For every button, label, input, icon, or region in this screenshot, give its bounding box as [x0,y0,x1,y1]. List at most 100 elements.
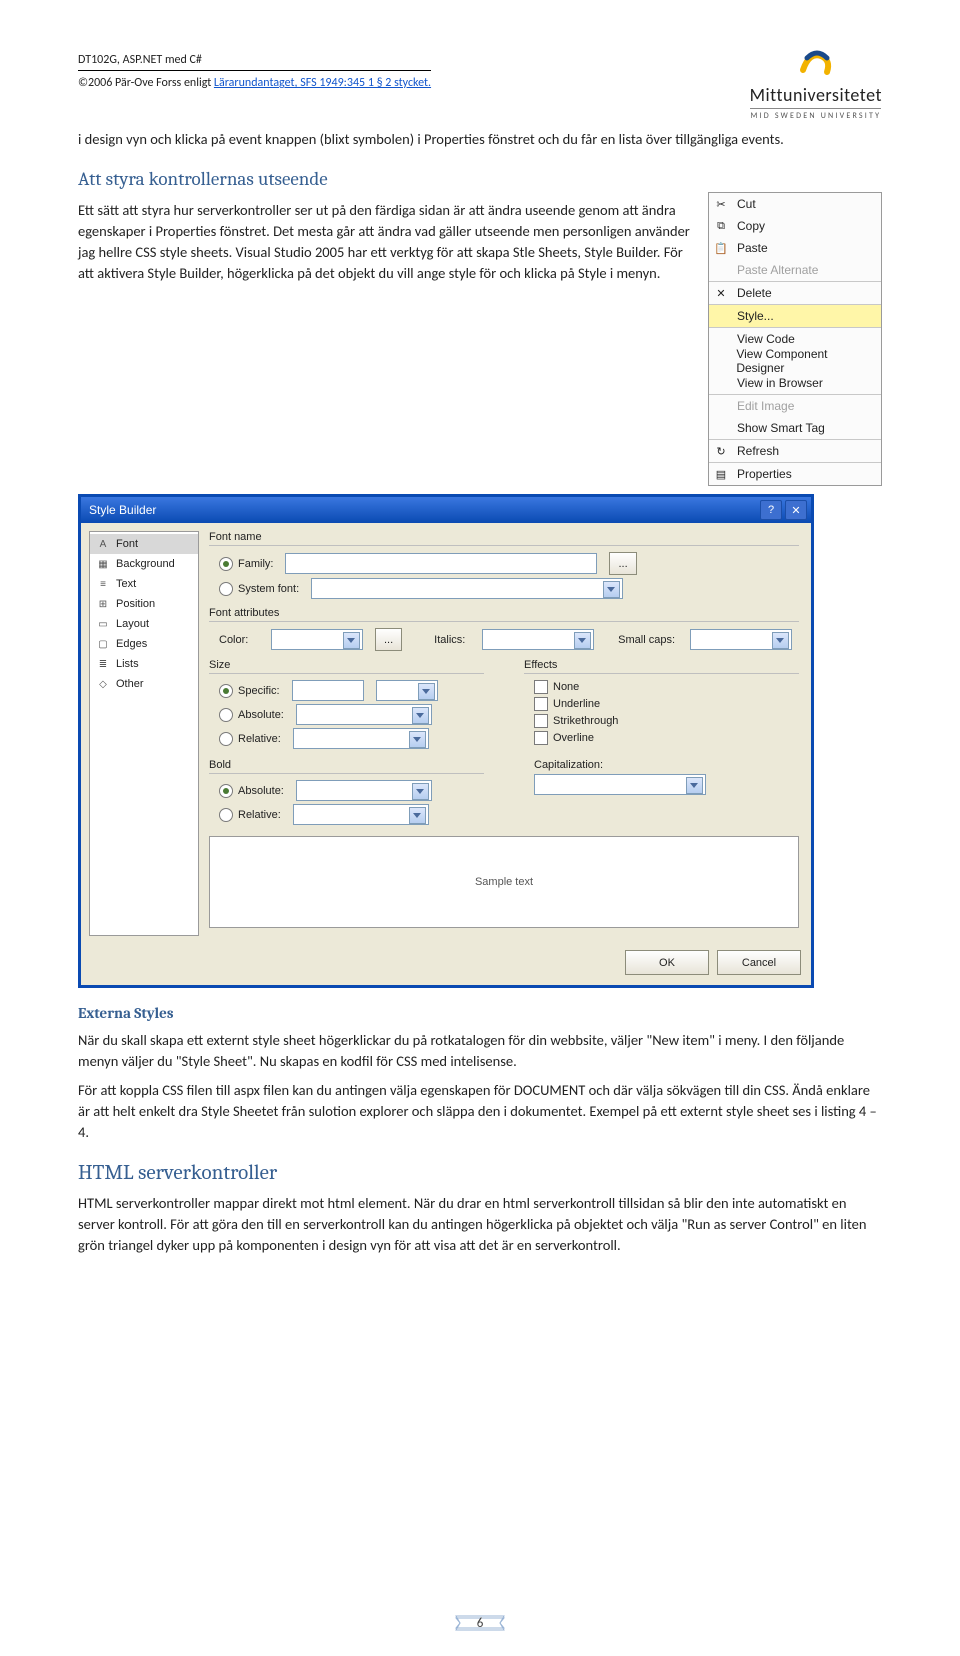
preview-box: Sample text [209,836,799,928]
context-menu: ✂Cut⧉Copy📋PastePaste Alternate✕DeleteSty… [708,192,882,486]
text-icon: ≡ [96,577,110,591]
blank-icon [713,375,729,391]
radio-bold-relative[interactable] [219,808,233,822]
help-button[interactable]: ? [760,500,782,520]
font-icon: A [96,537,110,551]
ctx-item-show-smart-tag[interactable]: Show Smart Tag [709,417,881,439]
ctx-item-style-[interactable]: Style... [709,304,881,327]
dialog-titlebar: Style Builder ? ✕ [81,497,811,523]
logo-name: Mittuniversitetet [750,84,882,106]
refresh-icon: ↻ [713,443,729,459]
ctx-item-paste-alternate: Paste Alternate [709,259,881,281]
delete-icon: ✕ [713,285,729,301]
radio-family[interactable] [219,557,233,571]
section-effects: Effects [524,659,799,671]
blank-icon [713,308,729,324]
nav-background[interactable]: ▦Background [90,554,198,574]
color-browse-button[interactable]: ... [375,628,402,651]
page-number: 6 [477,1616,484,1631]
layout-icon: ▭ [96,617,110,631]
lists-icon: ≣ [96,657,110,671]
externa-p1: När du skall skapa ett externt style she… [78,1030,882,1072]
position-icon: ⊞ [96,597,110,611]
radio-size-specific[interactable] [219,684,233,698]
intro-paragraph: i design vyn och klicka på event knappen… [78,129,882,150]
chk-strike[interactable] [534,714,548,728]
other-icon: ◇ [96,677,110,691]
radio-system-font[interactable] [219,582,233,596]
nav-other[interactable]: ◇Other [90,674,198,694]
heading-html-server: HTML serverkontroller [78,1161,882,1185]
paste-icon: 📋 [713,240,729,256]
law-link[interactable]: Lärarundantaget, SFS 1949:345 1 § 2 styc… [214,76,431,90]
section-fontattr: Font attributes [209,607,799,619]
course-code: DT102G, ASP.NET med C# [78,52,431,68]
copyright-line: ©2006 Pär-Ove Forss enligt Lärarundantag… [78,75,431,91]
italics-select[interactable] [482,629,594,650]
logo-swirl-icon [799,46,833,80]
ctx-item-refresh[interactable]: ↻Refresh [709,439,881,462]
ctx-item-view-in-browser[interactable]: View in Browser [709,372,881,394]
close-button[interactable]: ✕ [785,500,807,520]
family-browse-button[interactable]: ... [609,552,636,575]
ctx-item-delete[interactable]: ✕Delete [709,281,881,304]
cut-icon: ✂ [713,196,729,212]
radio-bold-absolute[interactable] [219,784,233,798]
color-select[interactable] [271,629,363,650]
ctx-item-view-component-designer[interactable]: View Component Designer [709,350,881,372]
props-icon: ▤ [713,466,729,482]
smallcaps-select[interactable] [690,629,792,650]
section-bold: Bold [209,759,484,771]
chk-none[interactable] [534,680,548,694]
heading-externa: Externa Styles [78,1004,882,1022]
dialog-title: Style Builder [89,503,156,517]
size-relative-select[interactable] [293,728,429,749]
styra-body: Ett sätt att styra hur serverkontroller … [78,200,698,284]
capitalization-select[interactable] [534,774,706,795]
nav-font[interactable]: AFont [90,534,198,554]
cancel-button[interactable]: Cancel [717,950,801,975]
bold-absolute-select[interactable] [296,780,432,801]
blank-icon [713,262,729,278]
family-input[interactable] [285,553,597,574]
nav-text[interactable]: ≡Text [90,574,198,594]
heading-styra: Att styra kontrollernas utseende [78,168,882,190]
size-absolute-select[interactable] [296,704,432,725]
page-number-ribbon: 6 [0,1610,960,1636]
university-logo: Mittuniversitetet MID SWEDEN UNIVERSITY [750,46,882,121]
logo-sub: MID SWEDEN UNIVERSITY [750,108,881,121]
ctx-item-properties[interactable]: ▤Properties [709,462,881,485]
system-font-select[interactable] [311,578,623,599]
blank-icon [713,398,729,414]
page-header: DT102G, ASP.NET med C# ©2006 Pär-Ove For… [78,52,882,121]
background-icon: ▦ [96,557,110,571]
blank-icon [713,353,728,369]
size-unit-select[interactable] [376,680,438,701]
blank-icon [713,420,729,436]
bold-relative-select[interactable] [293,804,429,825]
copy-icon: ⧉ [713,218,729,234]
chk-underline[interactable] [534,697,548,711]
nav-lists[interactable]: ≣Lists [90,654,198,674]
nav-edges[interactable]: ▢Edges [90,634,198,654]
externa-p2: För att koppla CSS filen till aspx filen… [78,1080,882,1143]
nav-position[interactable]: ⊞Position [90,594,198,614]
ok-button[interactable]: OK [625,950,709,975]
ctx-item-paste[interactable]: 📋Paste [709,237,881,259]
nav-layout[interactable]: ▭Layout [90,614,198,634]
dialog-nav: AFont▦Background≡Text⊞Position▭Layout▢Ed… [89,531,199,936]
chk-overline[interactable] [534,731,548,745]
section-size: Size [209,659,484,671]
ctx-item-edit-image: Edit Image [709,394,881,417]
ctx-item-cut[interactable]: ✂Cut [709,193,881,215]
section-fontname: Font name [209,531,799,543]
html-server-body: HTML serverkontroller mappar direkt mot … [78,1193,882,1256]
radio-size-absolute[interactable] [219,708,233,722]
header-rule [78,70,431,71]
ctx-item-copy[interactable]: ⧉Copy [709,215,881,237]
radio-size-relative[interactable] [219,732,233,746]
style-builder-dialog: Style Builder ? ✕ AFont▦Background≡Text⊞… [78,494,814,988]
size-specific-input[interactable] [292,680,364,701]
edges-icon: ▢ [96,637,110,651]
blank-icon [713,331,729,347]
